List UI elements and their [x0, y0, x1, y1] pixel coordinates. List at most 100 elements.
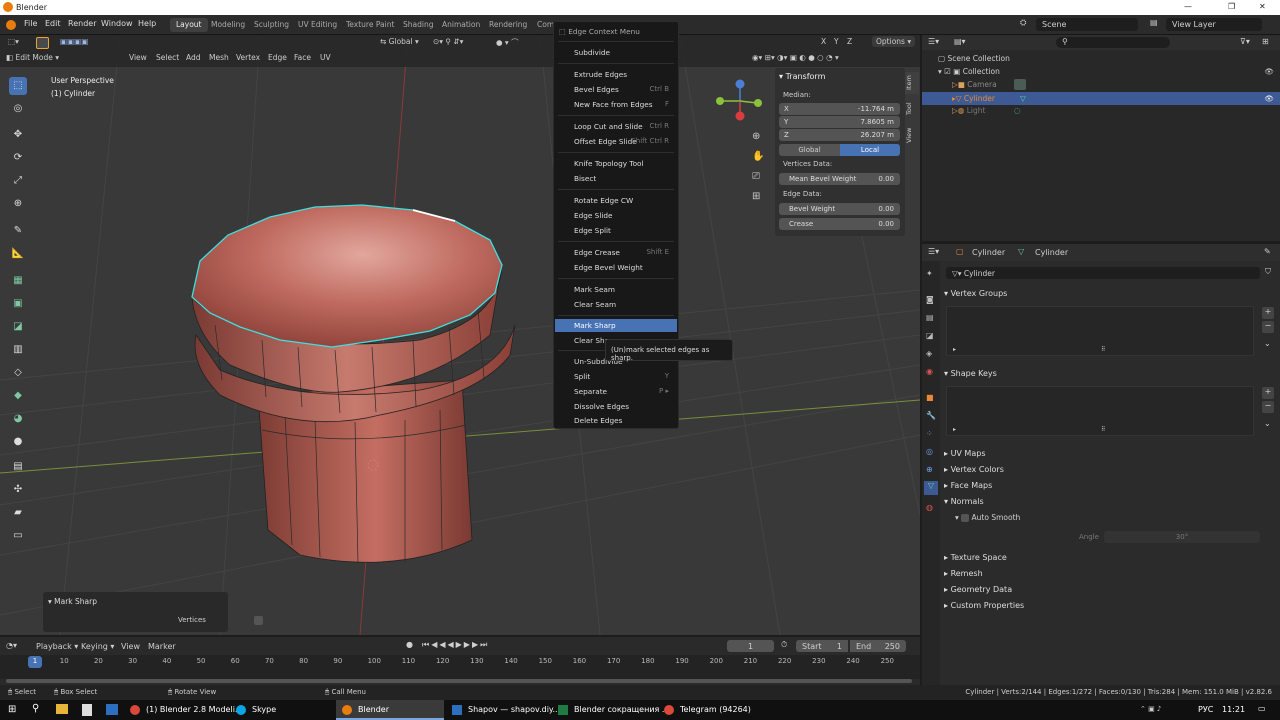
material-tab-icon[interactable]: ◍ — [926, 503, 933, 512]
tab-sculpting[interactable]: Sculpting — [248, 18, 295, 32]
mean-bevel-weight-field[interactable]: Mean Bevel Weight 0.00 — [779, 173, 900, 185]
header-menu-vertex[interactable]: Vertex — [236, 53, 260, 62]
menu-item-edge-slide[interactable]: Edge Slide — [555, 209, 677, 222]
edge-slide-tool-icon[interactable]: ▤ — [9, 458, 27, 476]
section-geometry-data[interactable]: ▸ Geometry Data — [944, 585, 1012, 594]
menu-item-edge-bevel-weight[interactable]: Edge Bevel Weight — [555, 261, 677, 274]
list-resize-handle[interactable]: ⠿ — [1101, 426, 1105, 433]
header-menu-mesh[interactable]: Mesh — [209, 53, 229, 62]
outliner-item-cylinder[interactable]: ▸▽ Cylinder ▽ 👁 — [922, 92, 1280, 105]
current-frame-field[interactable]: 1 — [727, 640, 774, 652]
bevel-tool-icon[interactable]: ◪ — [9, 318, 27, 336]
add-vertex-group-button[interactable]: + — [1262, 307, 1274, 319]
timeline-menu-keying[interactable]: Keying ▾ — [81, 642, 114, 651]
visibility-eye-icon[interactable]: 👁 — [1264, 94, 1274, 103]
timeline-menu-marker[interactable]: Marker — [148, 642, 176, 651]
tab-layout[interactable]: Layout — [170, 18, 208, 32]
data-tab-icon[interactable]: ▽ — [924, 481, 938, 495]
header-menu-edge[interactable]: Edge — [268, 53, 287, 62]
spin-tool-icon[interactable]: ◕ — [9, 410, 27, 428]
new-collection-icon[interactable]: ⊞ — [1262, 37, 1269, 46]
frame-cursor[interactable]: 1 — [28, 656, 42, 668]
section-remesh[interactable]: ▸ Remesh — [944, 569, 983, 578]
inset-tool-icon[interactable]: ▣ — [9, 295, 27, 313]
preview-range-icon[interactable]: ⏱ — [781, 640, 787, 650]
median-y-field[interactable]: Y 7.8605 m — [779, 116, 900, 128]
menu-edit[interactable]: Edit — [45, 19, 61, 28]
menu-item-rotate-edge-cw[interactable]: Rotate Edge CW — [555, 194, 677, 207]
constraints-tab-icon[interactable]: ⊕ — [926, 465, 933, 474]
view-layer-icon[interactable]: ▤ — [1150, 18, 1158, 27]
render-tab-icon[interactable]: ◙ — [926, 295, 934, 304]
visibility-eye-icon[interactable]: 👁 — [1264, 67, 1274, 76]
outliner-search-input[interactable]: ⚲ — [1056, 37, 1170, 48]
menu-item-bisect[interactable]: Bisect — [555, 172, 677, 185]
vertices-checkbox[interactable] — [254, 616, 263, 625]
pan-icon[interactable]: ✋ — [752, 151, 764, 162]
shape-keys-list[interactable]: ▸ ⠿ — [946, 386, 1254, 436]
section-vertex-groups[interactable]: ▾ Vertex Groups — [944, 289, 1007, 298]
transform-header[interactable]: ▾ Transform — [779, 72, 825, 81]
shape-key-specials-icon[interactable]: ⌄ — [1264, 419, 1271, 428]
world-tab-icon[interactable]: ◉ — [926, 367, 933, 376]
list-expand-icon[interactable]: ▸ — [953, 426, 956, 433]
menu-help[interactable]: Help — [138, 19, 156, 28]
notification-icon[interactable]: ▭ — [1258, 704, 1266, 713]
local-toggle[interactable]: Local — [840, 144, 900, 156]
minimize-button[interactable]: — — [1184, 2, 1192, 11]
tab-rendering[interactable]: Rendering — [483, 18, 533, 32]
section-uv-maps[interactable]: ▸ UV Maps — [944, 449, 985, 458]
knife-tool-icon[interactable]: ◇ — [9, 364, 27, 382]
tray-icons[interactable]: ⌃ ▣ ♪ — [1140, 705, 1161, 713]
tab-texture-paint[interactable]: Texture Paint — [340, 18, 400, 32]
header-menu-uv[interactable]: UV — [320, 53, 331, 62]
editor-type-icon[interactable]: ⬚▾ — [8, 37, 19, 46]
notepad-icon[interactable] — [82, 704, 92, 716]
header-menu-add[interactable]: Add — [186, 53, 201, 62]
output-tab-icon[interactable]: ▤ — [926, 313, 934, 322]
tab-uv-editing[interactable]: UV Editing — [292, 18, 343, 32]
scene-tab-icon[interactable]: ◈ — [926, 349, 932, 358]
filter-icon[interactable]: ⊽▾ — [1240, 37, 1250, 46]
scene-icon[interactable]: ⛭ — [1020, 18, 1026, 28]
mesh-name-field[interactable]: ▽▾ Cylinder — [946, 267, 1260, 279]
add-shape-key-button[interactable]: + — [1262, 387, 1274, 399]
clock[interactable]: 11:21 — [1222, 705, 1245, 714]
taskbar-shapov[interactable]: Shapov — shapov.diy... — [446, 700, 566, 720]
loop-cut-tool-icon[interactable]: ▥ — [9, 341, 27, 359]
taskbar-skype[interactable]: Skype — [230, 700, 282, 720]
taskbar-blender[interactable]: Blender — [336, 700, 444, 720]
search-icon[interactable]: ⚲ — [32, 703, 39, 714]
section-shape-keys[interactable]: ▾ Shape Keys — [944, 369, 997, 378]
annotate-tool-icon[interactable]: ✎ — [9, 222, 27, 240]
section-normals[interactable]: ▾ Normals — [944, 497, 984, 506]
menu-file[interactable]: File — [24, 19, 37, 28]
physics-tab-icon[interactable]: ◎ — [926, 447, 933, 456]
tool-icon[interactable] — [36, 37, 49, 49]
operator-title[interactable]: ▾ Mark Sharp — [48, 597, 97, 606]
section-face-maps[interactable]: ▸ Face Maps — [944, 481, 992, 490]
collection-row[interactable]: ▾ ☑ ▣ Collection 👁 — [938, 67, 1278, 76]
outliner-editor-icon[interactable]: ☰▾ — [928, 37, 939, 46]
menu-item-extrude-edges[interactable]: Extrude Edges — [555, 68, 677, 81]
crease-field[interactable]: Crease 0.00 — [779, 218, 900, 230]
collection-checkbox[interactable]: ☑ — [944, 67, 951, 76]
poly-build-tool-icon[interactable]: ◆ — [9, 387, 27, 405]
fake-user-icon[interactable]: ⛉ — [1265, 267, 1271, 277]
end-frame-field[interactable]: End 250 — [850, 640, 906, 652]
shrink-tool-icon[interactable]: ✣ — [9, 481, 27, 499]
vertex-group-specials-icon[interactable]: ⌄ — [1264, 339, 1271, 348]
list-resize-handle[interactable]: ⠿ — [1101, 346, 1105, 353]
vertex-groups-list[interactable]: ▸ ⠿ — [946, 306, 1254, 356]
tab-view[interactable]: View — [905, 124, 919, 146]
mirror-axis-y[interactable]: Y — [834, 37, 839, 46]
tool-tab-icon[interactable]: ✦ — [926, 269, 933, 278]
median-x-field[interactable]: X -11.764 m — [779, 103, 900, 115]
menu-item-clear-seam[interactable]: Clear Seam — [555, 298, 677, 311]
extrude-tool-icon[interactable]: ▦ — [9, 272, 27, 290]
perspective-toggle-icon[interactable]: ⊞ — [752, 191, 760, 202]
modifier-tab-icon[interactable]: 🔧 — [926, 411, 936, 420]
playback-controls[interactable]: ⏮◀◀◀▶▶▶⏭ — [422, 640, 489, 650]
section-custom-properties[interactable]: ▸ Custom Properties — [944, 601, 1024, 610]
auto-smooth-checkbox[interactable] — [961, 514, 970, 522]
